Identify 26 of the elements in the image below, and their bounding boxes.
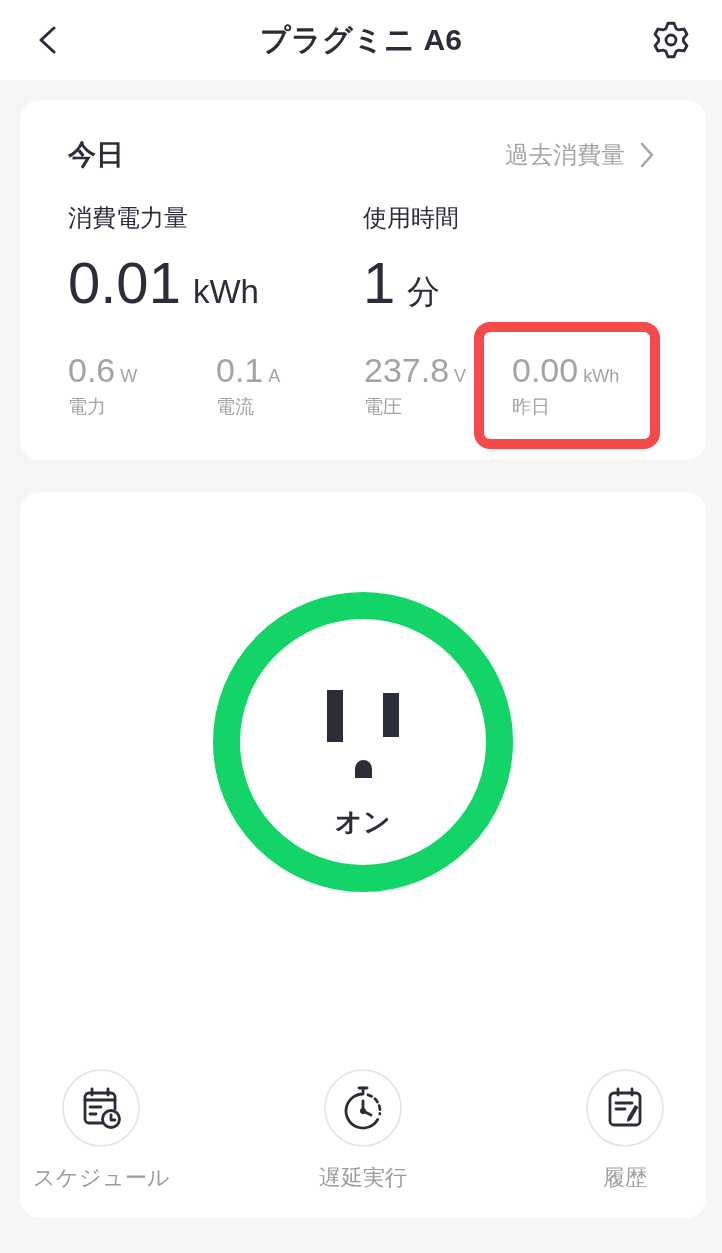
back-icon[interactable] [37,26,57,54]
stopwatch-icon [324,1069,402,1147]
stat-label: 昨日 [512,395,550,419]
card-title: 今日 [68,138,124,172]
delay-timer-button[interactable]: 遅延実行 [282,1069,444,1193]
stat-label: 電流 [216,395,254,419]
stat-reading: 237.8 V [364,350,467,390]
socket-icon [327,690,399,778]
settings-icon[interactable] [652,21,690,59]
metric-value: 1 分 [363,249,441,312]
stat-reading: 0.6 W [68,350,138,390]
notepad-pen-icon [586,1069,664,1147]
metric-label: 使用時間 [363,203,459,233]
power-button[interactable]: オン [213,592,513,892]
stat-reading: 0.00 kWh [512,350,620,390]
metric-value: 0.01 kWh [68,249,259,312]
history-link[interactable]: 過去消費量 [505,140,655,170]
calendar-clock-icon [62,1069,140,1147]
stat-reading: 0.1 A [216,350,281,390]
chevron-right-icon [639,142,655,168]
stat-label: 電圧 [364,395,402,419]
history-button[interactable]: 履歴 [544,1069,706,1193]
metric-label: 消費電力量 [68,203,188,233]
stat-label: 電力 [68,395,106,419]
schedule-button[interactable]: スケジュール [20,1069,182,1193]
screen-title: プラグミニ A6 [260,22,462,58]
